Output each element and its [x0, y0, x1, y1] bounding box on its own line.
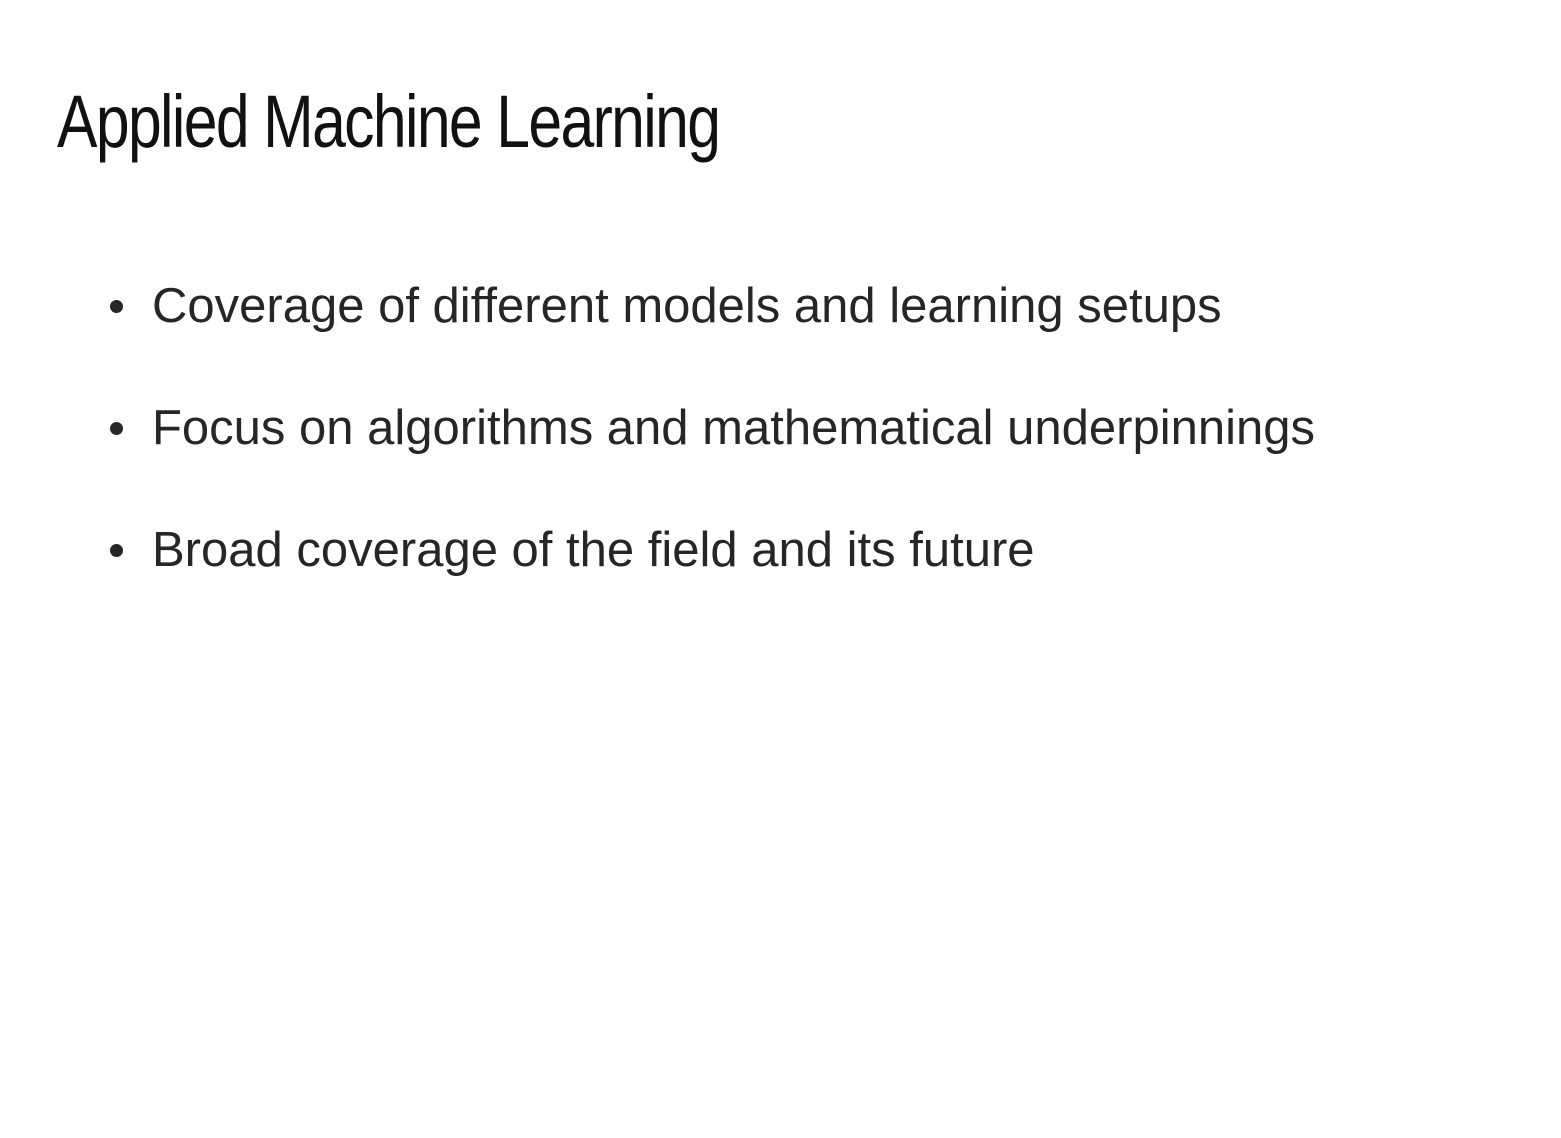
- bullet-dot-icon: [110, 421, 123, 435]
- bullet-dot-icon: [110, 299, 123, 313]
- bullet-text: Coverage of different models and learnin…: [152, 279, 1222, 333]
- bullet-text: Broad coverage of the field and its futu…: [152, 523, 1035, 577]
- bullet-item: Focus on algorithms and mathematical und…: [110, 398, 1315, 458]
- bullet-text: Focus on algorithms and mathematical und…: [152, 401, 1316, 455]
- bullet-item: Broad coverage of the field and its futu…: [110, 520, 1035, 580]
- bullet-item: Coverage of different models and learnin…: [110, 276, 1222, 336]
- bullet-dot-icon: [110, 543, 123, 557]
- slide-title: Applied Machine Learning: [57, 80, 721, 163]
- slide: Applied Machine Learning Coverage of dif…: [0, 0, 1561, 1138]
